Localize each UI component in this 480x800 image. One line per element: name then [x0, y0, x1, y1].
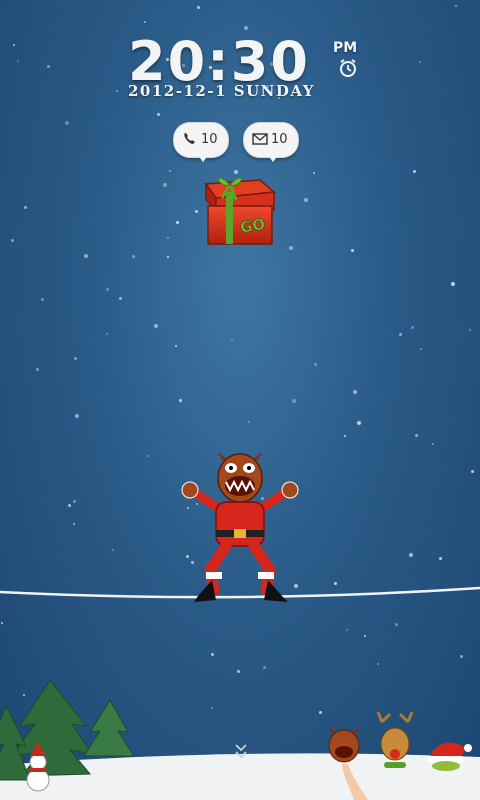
- snowflake: [175, 345, 177, 347]
- snowflake: [154, 324, 158, 328]
- snowflake: [179, 399, 182, 402]
- ampm-indicator: PM: [333, 40, 358, 56]
- envelope-icon: [252, 133, 268, 145]
- snowflake: [351, 249, 354, 252]
- snowflake: [119, 297, 122, 300]
- finger-hint-icon: [342, 764, 368, 800]
- snowflake: [157, 113, 160, 116]
- santa-hat-icon: [428, 742, 472, 771]
- snowflake: [147, 455, 149, 457]
- snowflake: [292, 399, 296, 403]
- snowflake: [395, 623, 398, 626]
- snowflake: [132, 255, 135, 258]
- snowflake: [47, 65, 50, 68]
- theme-characters-tray: [328, 711, 472, 800]
- snowflake: [163, 183, 167, 187]
- messages-bubble[interactable]: 10: [243, 122, 299, 162]
- snowflake: [432, 443, 434, 445]
- snowflake: [409, 553, 413, 557]
- snowflake: [231, 339, 233, 341]
- snowflake: [65, 121, 69, 125]
- snowflake: [364, 635, 366, 637]
- snowflake: [167, 237, 169, 239]
- snowflake: [289, 246, 293, 250]
- gift-box-icon[interactable]: GO: [200, 170, 280, 250]
- snowflake: [24, 206, 27, 209]
- snowflake: [353, 390, 357, 394]
- snowflake: [84, 254, 88, 258]
- snowflake: [1, 622, 3, 624]
- reindeer-head-icon: [376, 711, 414, 768]
- snowflake: [420, 348, 422, 350]
- date-display: 2012-12-1 SUNDAY: [128, 82, 315, 100]
- snowflake: [112, 549, 114, 551]
- snowflake: [346, 629, 348, 631]
- snowflake: [211, 707, 213, 709]
- messages-count: 10: [271, 132, 288, 147]
- alarm-clock-icon: [340, 59, 356, 77]
- snowflake: [74, 357, 77, 360]
- snowflake: [36, 368, 39, 371]
- snowflake: [11, 239, 14, 242]
- devil-santa-character[interactable]: [170, 450, 310, 610]
- snowflake: [116, 90, 118, 92]
- snowflake: [399, 333, 402, 336]
- snowflake: [13, 44, 15, 46]
- devil-head-icon: [328, 726, 360, 763]
- snowflake: [455, 5, 457, 7]
- snowflake: [460, 655, 463, 658]
- snowflake: [314, 363, 317, 366]
- snowflake: [73, 523, 75, 525]
- snowflake: [451, 282, 455, 286]
- snowflake: [377, 663, 379, 665]
- snowflake: [167, 256, 169, 258]
- snowflake: [419, 61, 421, 63]
- snowflake: [469, 329, 471, 331]
- double-chevron-down-icon[interactable]: [234, 742, 248, 760]
- snowflake: [439, 557, 442, 560]
- snowflake: [357, 421, 361, 425]
- snowflake: [263, 666, 266, 669]
- christmas-trees: [0, 679, 135, 792]
- snowflake: [169, 170, 171, 172]
- snowflake: [415, 434, 418, 437]
- snowflake: [304, 198, 308, 202]
- phone-icon: [184, 133, 195, 144]
- snowflake: [41, 298, 44, 301]
- snowflake: [413, 170, 416, 173]
- snowflake: [471, 470, 474, 473]
- snowflake: [344, 435, 346, 437]
- missed-calls-bubble[interactable]: 10: [173, 122, 229, 162]
- snowflake: [75, 414, 79, 418]
- snowflake: [313, 172, 315, 174]
- snowflake: [144, 21, 146, 23]
- snowflake: [211, 653, 214, 656]
- snowflake: [197, 6, 200, 9]
- snowflake: [195, 210, 198, 213]
- snowflake: [176, 221, 179, 224]
- snowflake: [248, 421, 250, 423]
- snowflake: [17, 60, 19, 62]
- snowflake: [106, 333, 108, 335]
- snowflake: [411, 326, 414, 329]
- snowflake: [237, 670, 240, 673]
- snowflake: [73, 500, 76, 503]
- missed-calls-count: 10: [201, 132, 218, 147]
- snowflake: [68, 504, 71, 507]
- snowflake: [106, 288, 109, 291]
